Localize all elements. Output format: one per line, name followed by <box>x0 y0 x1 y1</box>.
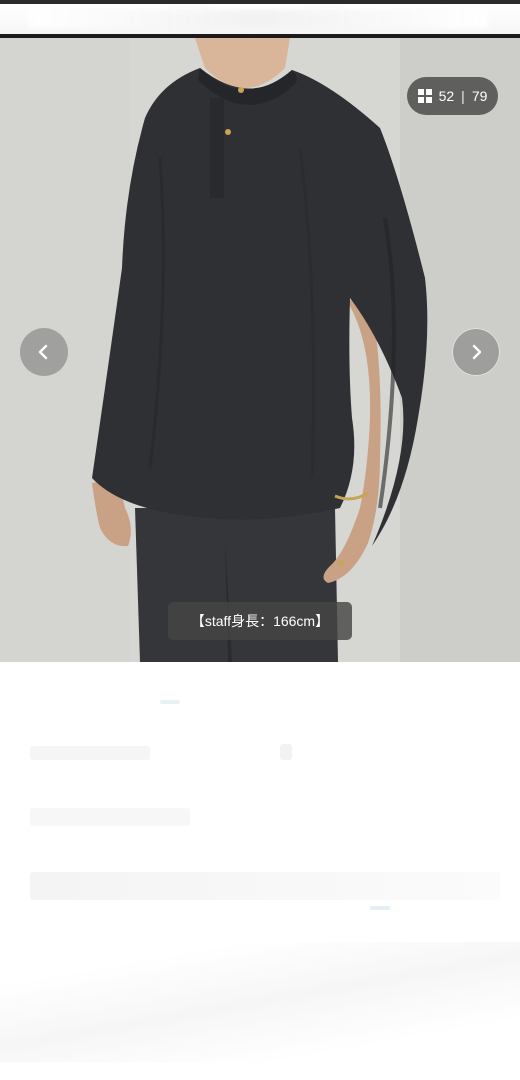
faded-text-line <box>370 906 390 910</box>
chevron-right-icon <box>472 344 482 360</box>
grid-icon <box>417 89 432 103</box>
product-details-area <box>0 662 520 1080</box>
faded-text-line <box>30 872 500 900</box>
status-bar <box>0 0 520 38</box>
faded-text-line <box>30 746 150 760</box>
image-caption: 【staff身長：166cm】 <box>168 602 352 640</box>
previous-image-button[interactable] <box>20 328 68 376</box>
product-photo <box>0 38 520 662</box>
counter-total: 79 <box>471 88 488 104</box>
next-image-button[interactable] <box>452 328 500 376</box>
product-image-gallery[interactable]: 52 | 79 【staff身長：166cm】 <box>0 38 520 662</box>
faded-text-line <box>160 700 180 704</box>
image-counter-badge[interactable]: 52 | 79 <box>407 77 498 115</box>
counter-current: 52 <box>438 88 455 104</box>
chevron-left-icon <box>38 344 48 360</box>
counter-separator: | <box>461 88 465 104</box>
faded-text-line <box>280 744 292 760</box>
faded-block <box>0 942 520 1062</box>
faded-text-line <box>30 808 190 826</box>
blurred-status-content <box>28 10 488 28</box>
